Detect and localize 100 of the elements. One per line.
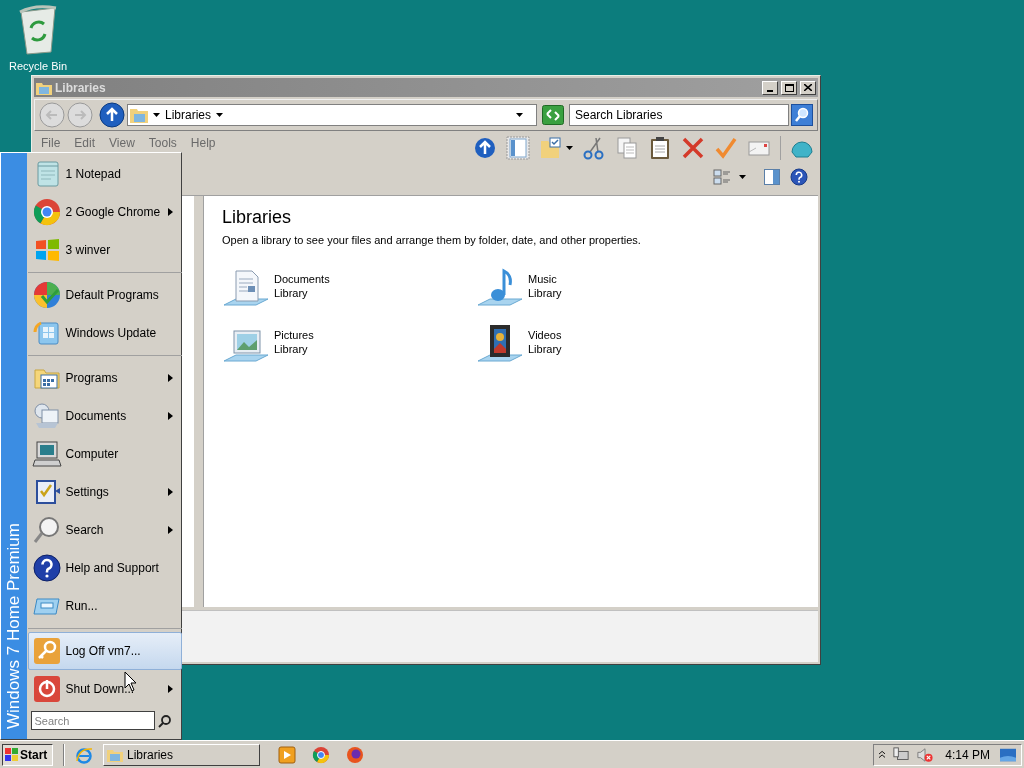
delete-icon[interactable] xyxy=(681,136,705,160)
breadcrumb: Libraries xyxy=(165,107,212,124)
submenu-arrow-icon xyxy=(168,526,174,534)
start-menu-item[interactable]: Search xyxy=(27,511,183,549)
minimize-icon xyxy=(767,89,773,92)
library-name: Pictures xyxy=(274,327,314,342)
pane-toggle-icon[interactable] xyxy=(506,136,530,160)
computer-icon xyxy=(31,439,62,469)
close-button[interactable] xyxy=(800,80,816,95)
libraries-folder-icon xyxy=(107,747,123,762)
clock: 4:14 PM xyxy=(945,746,990,764)
search-button[interactable] xyxy=(791,104,813,126)
library-name: Videos xyxy=(528,327,562,342)
maximize-button[interactable] xyxy=(781,80,797,95)
menu-item-label: Computer xyxy=(65,446,119,463)
libraries-folder-icon xyxy=(36,80,52,95)
start-menu-item[interactable]: 2 Google Chrome xyxy=(27,193,183,231)
documents-icon xyxy=(31,401,62,431)
search-icon xyxy=(31,515,62,545)
menu-item-label: 1 Notepad xyxy=(65,166,121,183)
start-menu-item[interactable]: Programs xyxy=(27,359,183,397)
key-icon xyxy=(31,636,62,666)
submenu-arrow-icon xyxy=(168,488,174,496)
start-menu-item[interactable]: Help and Support xyxy=(27,549,183,587)
preview-pane-icon[interactable] xyxy=(764,169,780,185)
start-menu-item[interactable]: Documents xyxy=(27,397,183,435)
copy-icon[interactable] xyxy=(615,136,639,160)
library-type: Library xyxy=(274,341,309,356)
menu-item-label: Documents xyxy=(65,408,127,425)
library-item[interactable]: Music Library xyxy=(476,266,730,311)
paste-icon[interactable] xyxy=(648,136,672,160)
minimize-button[interactable] xyxy=(762,80,778,95)
checkmark-icon[interactable] xyxy=(714,136,738,160)
menu-item-label: 2 Google Chrome xyxy=(65,204,161,221)
menu-item-label: Settings xyxy=(65,484,109,501)
help-icon xyxy=(31,553,62,583)
search-icon[interactable] xyxy=(157,713,172,728)
media-player-icon[interactable] xyxy=(278,745,296,764)
caret-icon xyxy=(566,146,573,150)
chrome-icon[interactable] xyxy=(312,745,330,764)
chrome-icon xyxy=(31,197,62,227)
menu-item-label: 3 winver xyxy=(65,242,111,259)
page-description: Open a library to see your files and arrange them by folder, date, and other properties. xyxy=(222,233,642,248)
search-field[interactable]: Search Libraries xyxy=(569,104,789,126)
view-options-icon[interactable] xyxy=(713,169,731,185)
close-icon xyxy=(804,84,812,91)
folder-options-icon[interactable] xyxy=(539,136,563,160)
volume-muted-icon[interactable] xyxy=(917,746,934,763)
start-menu-item[interactable]: Computer xyxy=(27,435,183,473)
start-menu-item[interactable]: Run... xyxy=(27,587,183,625)
library-type: Library xyxy=(528,341,562,356)
address-bar[interactable]: Libraries xyxy=(127,104,537,126)
library-type: Library xyxy=(274,285,309,300)
library-item[interactable]: Pictures Library xyxy=(222,322,476,367)
menu-item-label: Programs xyxy=(65,370,118,387)
start-button[interactable]: Start xyxy=(2,743,53,766)
start-menu-item[interactable]: Default Programs xyxy=(27,276,183,314)
window-title: Libraries xyxy=(55,79,107,97)
menu-item-label: Run... xyxy=(65,598,98,615)
submenu-arrow-icon xyxy=(168,685,174,693)
start-menu-item[interactable]: 3 winver xyxy=(27,231,183,269)
maximize-icon xyxy=(784,83,794,92)
icon-label: Recycle Bin xyxy=(8,59,68,74)
start-menu-item[interactable]: Windows Update xyxy=(27,314,183,352)
banner-text: Windows 7 Home Premium xyxy=(3,523,24,729)
start-menu-item[interactable]: Settings xyxy=(27,473,183,511)
library-name: Music xyxy=(528,271,558,286)
forward-button[interactable] xyxy=(67,102,93,128)
refresh-button[interactable] xyxy=(542,105,564,125)
menu-item-label: Search xyxy=(65,522,104,539)
back-button[interactable] xyxy=(39,102,65,128)
library-item[interactable]: Documents Library xyxy=(222,266,476,311)
menu-item-label: Windows Update xyxy=(65,325,157,342)
network-icon[interactable] xyxy=(893,746,910,763)
library-type: Library xyxy=(528,285,562,300)
menu-item-label: Log Off vm7... xyxy=(65,643,141,660)
library-name: Documents xyxy=(274,271,330,286)
submenu-arrow-icon xyxy=(168,374,174,382)
up-button[interactable] xyxy=(99,102,125,128)
help-icon[interactable] xyxy=(790,168,808,186)
up-icon[interactable] xyxy=(473,136,497,160)
submenu-arrow-icon xyxy=(168,412,174,420)
menu-item-label: Default Programs xyxy=(65,287,159,304)
cut-icon[interactable] xyxy=(582,136,606,160)
browser-icon[interactable] xyxy=(75,745,93,764)
menu-item-label: Shut Down... xyxy=(65,681,135,698)
start-search-field[interactable]: Search xyxy=(30,711,155,730)
desktop-icon[interactable] xyxy=(999,747,1016,762)
start-menu-item[interactable]: Log Off vm7... xyxy=(27,632,183,670)
start-menu-item[interactable]: 1 Notepad xyxy=(27,155,183,193)
menu-item-label: Help and Support xyxy=(65,560,159,577)
caret-icon xyxy=(739,175,746,179)
library-item[interactable]: Videos Library xyxy=(476,322,730,367)
taskbar-button[interactable]: Libraries xyxy=(103,743,260,766)
breadcrumb-caret-icon xyxy=(216,113,224,117)
libraries-folder-icon xyxy=(130,107,148,123)
chevron-icon[interactable] xyxy=(879,750,886,759)
dropdown-caret-icon xyxy=(516,113,523,117)
windows-logo-icon xyxy=(5,747,19,762)
submenu-arrow-icon xyxy=(168,208,174,216)
